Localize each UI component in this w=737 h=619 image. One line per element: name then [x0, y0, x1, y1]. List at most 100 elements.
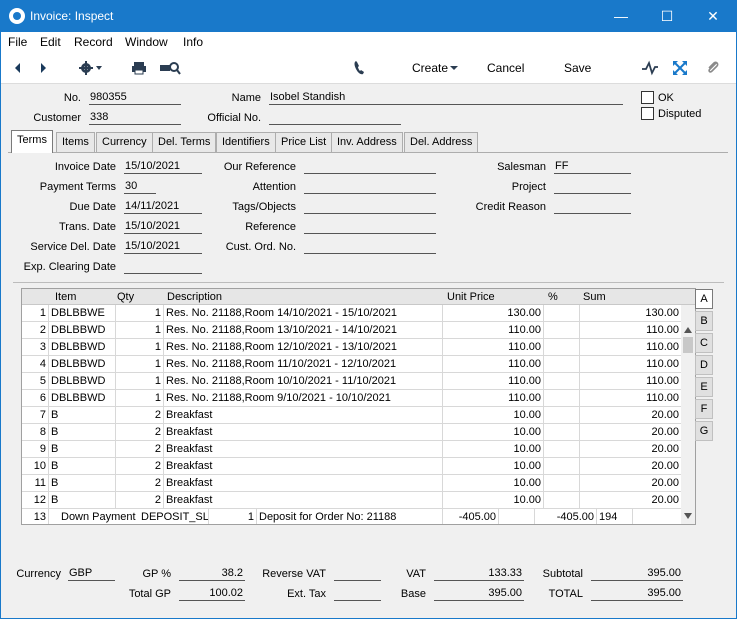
menu-record[interactable]: Record	[74, 35, 113, 49]
row-sum[interactable]: 20.00	[580, 492, 682, 509]
row-percent[interactable]	[544, 441, 580, 458]
row-unit-price[interactable]: 10.00	[443, 458, 544, 475]
tab-terms[interactable]: Terms	[11, 130, 53, 153]
row-item[interactable]: DBLBBWD	[49, 322, 116, 339]
gp-percent-field[interactable]: 38.2	[179, 567, 245, 581]
side-tab-e[interactable]: E	[695, 377, 713, 397]
row-percent[interactable]	[544, 373, 580, 390]
create-button[interactable]: Create	[412, 61, 448, 75]
our-reference-field[interactable]	[304, 160, 436, 174]
row-extra[interactable]: 194	[597, 509, 633, 524]
grid-scrollbar[interactable]	[681, 305, 695, 524]
table-row[interactable]: 1 DBLBBWE 1 Res. No. 21188,Room 14/10/2021 …	[22, 305, 682, 322]
row-qty[interactable]: 1	[209, 509, 257, 524]
row-item[interactable]: DBLBBWD	[49, 356, 116, 373]
row-item[interactable]: B	[49, 407, 116, 424]
attachment-icon[interactable]	[704, 59, 722, 77]
cancel-button[interactable]: Cancel	[487, 61, 524, 75]
row-qty[interactable]: 1	[116, 373, 164, 390]
side-tab-b[interactable]: B	[695, 311, 713, 331]
due-date-field[interactable]: 14/11/2021	[124, 200, 202, 214]
row-percent[interactable]	[544, 390, 580, 407]
table-row[interactable]: 9 B 2 Breakfast 10.00 20.00	[22, 441, 682, 458]
tags-objects-field[interactable]	[304, 200, 436, 214]
table-row[interactable]: 8 B 2 Breakfast 10.00 20.00	[22, 424, 682, 441]
row-percent[interactable]	[544, 305, 580, 322]
table-row[interactable]: 6 DBLBBWD 1 Res. No. 21188,Room 9/10/2021 -…	[22, 390, 682, 407]
row-sum[interactable]: -405.00	[535, 509, 597, 524]
salesman-field[interactable]: FF	[554, 160, 631, 174]
row-item[interactable]: DBLBBWD	[49, 339, 116, 356]
save-button[interactable]: Save	[564, 61, 591, 75]
base-field[interactable]: 395.00	[434, 587, 524, 601]
row-percent[interactable]	[544, 458, 580, 475]
row-sum[interactable]: 20.00	[580, 407, 682, 424]
row-unit-price[interactable]: 110.00	[443, 356, 544, 373]
ext-tax-field[interactable]	[334, 587, 381, 601]
row-unit-price[interactable]: 130.00	[443, 305, 544, 322]
row-item[interactable]: DBLBBWE	[49, 305, 116, 322]
print-icon[interactable]	[130, 59, 148, 77]
minimize-button[interactable]: —	[598, 1, 644, 32]
expand-icon[interactable]	[671, 59, 689, 77]
attention-field[interactable]	[304, 180, 436, 194]
table-row[interactable]: 4 DBLBBWD 1 Res. No. 21188,Room 11/10/2021 …	[22, 356, 682, 373]
vat-field[interactable]: 133.33	[434, 567, 524, 581]
row-unit-price[interactable]: 10.00	[443, 407, 544, 424]
close-button[interactable]: ✕	[690, 1, 736, 32]
tab-del-terms[interactable]: Del. Terms	[152, 132, 217, 152]
tab-del-address[interactable]: Del. Address	[404, 132, 479, 152]
row-item[interactable]: Down Payment	[59, 509, 139, 524]
table-row[interactable]: 5 DBLBBWD 1 Res. No. 21188,Room 10/10/2021 …	[22, 373, 682, 390]
row-unit-price[interactable]: -405.00	[443, 509, 499, 524]
print-preview-icon[interactable]	[159, 59, 181, 77]
table-row[interactable]: 10 B 2 Breakfast 10.00 20.00	[22, 458, 682, 475]
side-tab-g[interactable]: G	[695, 421, 713, 441]
total-field[interactable]: 395.00	[591, 587, 683, 601]
row-sum[interactable]: 20.00	[580, 424, 682, 441]
row-item[interactable]: DBLBBWD	[49, 373, 116, 390]
row-unit-price[interactable]: 110.00	[443, 339, 544, 356]
row-sum[interactable]: 20.00	[580, 458, 682, 475]
subtotal-field[interactable]: 395.00	[591, 567, 683, 581]
row-sum[interactable]: 110.00	[580, 322, 682, 339]
row-percent[interactable]	[544, 322, 580, 339]
total-gp-field[interactable]: 100.02	[179, 587, 245, 601]
phone-icon[interactable]	[351, 59, 369, 77]
row-percent[interactable]	[544, 492, 580, 509]
row-item[interactable]: B	[49, 441, 116, 458]
row-qty[interactable]: 1	[116, 339, 164, 356]
row-item[interactable]: B	[49, 458, 116, 475]
row-qty[interactable]: 1	[116, 322, 164, 339]
row-sum[interactable]: 20.00	[580, 475, 682, 492]
invoice-date-field[interactable]: 15/10/2021	[124, 160, 202, 174]
row-sum[interactable]: 20.00	[580, 441, 682, 458]
row-percent[interactable]	[544, 407, 580, 424]
row-item[interactable]: B	[49, 492, 116, 509]
scroll-down-icon[interactable]	[684, 513, 692, 519]
row-description[interactable]: Res. No. 21188,Room 12/10/2021 - 13/10/2…	[164, 339, 443, 356]
currency-field[interactable]: GBP	[68, 567, 115, 581]
row-percent[interactable]	[544, 424, 580, 441]
scroll-up-icon[interactable]	[684, 327, 692, 333]
row-qty[interactable]: 2	[116, 492, 164, 509]
row-description[interactable]: Res. No. 21188,Room 11/10/2021 - 12/10/2…	[164, 356, 443, 373]
row-description[interactable]: Breakfast	[164, 441, 443, 458]
row-qty[interactable]: 1	[116, 305, 164, 322]
no-field[interactable]: 980355	[89, 91, 181, 105]
row-percent[interactable]	[499, 509, 535, 524]
table-row[interactable]: 2 DBLBBWD 1 Res. No. 21188,Room 13/10/2021 …	[22, 322, 682, 339]
tab-items[interactable]: Items	[56, 132, 95, 152]
name-field[interactable]: Isobel Standish	[269, 91, 623, 105]
row-code[interactable]: DEPOSIT_SL	[139, 509, 209, 524]
row-qty[interactable]: 2	[116, 407, 164, 424]
row-qty[interactable]: 2	[116, 475, 164, 492]
row-qty[interactable]: 2	[116, 441, 164, 458]
row-unit-price[interactable]: 10.00	[443, 424, 544, 441]
row-unit-price[interactable]: 110.00	[443, 373, 544, 390]
side-tab-c[interactable]: C	[695, 333, 713, 353]
row-sum[interactable]: 110.00	[580, 356, 682, 373]
menu-window[interactable]: Window	[125, 35, 168, 49]
tab-identifiers[interactable]: Identifiers	[216, 132, 276, 152]
tab-price-list[interactable]: Price List	[275, 132, 333, 152]
